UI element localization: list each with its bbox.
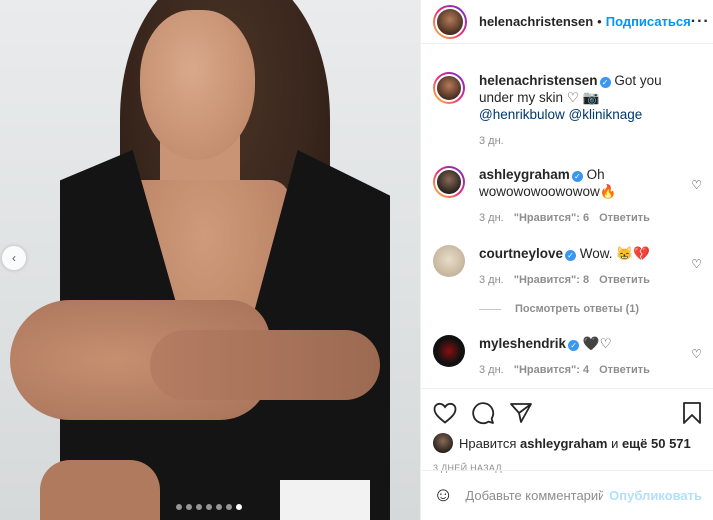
- header-dot: •: [597, 14, 602, 29]
- photo-face: [140, 10, 255, 160]
- liker-avatar: [433, 433, 453, 453]
- reply-button[interactable]: Ответить: [599, 362, 650, 379]
- comment-item: ashleygraham ✓ Oh wowowowoowowow🔥 3 дн. "…: [421, 166, 713, 227]
- comment-icon[interactable]: [471, 401, 495, 425]
- post-header: helenachristensen • Подписаться ···: [421, 0, 713, 44]
- chevron-left-icon: ‹: [12, 251, 16, 265]
- carousel-dot: [226, 504, 232, 510]
- share-icon[interactable]: [509, 402, 533, 424]
- comment-like-icon[interactable]: ♡: [691, 257, 702, 271]
- author-avatar[interactable]: [433, 72, 465, 104]
- verified-badge-icon: ✓: [571, 171, 583, 182]
- carousel-dot: [196, 504, 202, 510]
- caption-mention[interactable]: @kliniknage: [569, 107, 643, 122]
- caption-username[interactable]: helenachristensen: [479, 73, 598, 88]
- heart-icon[interactable]: [433, 402, 457, 424]
- carousel-prev-button[interactable]: ‹: [2, 246, 26, 270]
- caption: helenachristensen ✓ Got you under my skin…: [421, 72, 713, 150]
- emoji-icon[interactable]: ☺: [433, 484, 453, 507]
- post-photo[interactable]: ‹: [0, 0, 420, 520]
- comment-text: 🖤♡: [582, 336, 612, 351]
- comment-likes[interactable]: "Нравится": 8: [514, 272, 589, 289]
- view-replies-label: Посмотреть ответы (1): [515, 303, 640, 315]
- caption-time[interactable]: 3 дн.: [479, 133, 504, 150]
- carousel-dot-active: [236, 504, 242, 510]
- carousel-dot: [216, 504, 222, 510]
- liker-username[interactable]: ashleygraham: [520, 436, 607, 451]
- likes-prefix: Нравится: [459, 435, 517, 451]
- comment-item: courtneylove ✓ Wow. 😸💔 3 дн. "Нравится": …: [421, 245, 713, 289]
- comment-time[interactable]: 3 дн.: [479, 362, 504, 379]
- comment-like-icon[interactable]: ♡: [691, 347, 702, 361]
- comment-input[interactable]: [465, 488, 604, 503]
- likes-summary[interactable]: Нравится ashleygraham и ещё 50 571: [433, 433, 702, 453]
- reply-button[interactable]: Ответить: [599, 210, 650, 227]
- comment-likes[interactable]: "Нравится": 6: [514, 210, 589, 227]
- comment-time[interactable]: 3 дн.: [479, 272, 504, 289]
- comment-item: myleshendrik ✓ 🖤♡ 3 дн. "Нравится": 4 Отв…: [421, 335, 713, 379]
- likes-middle: и: [611, 435, 619, 451]
- photo-legs: [40, 460, 160, 520]
- verified-badge-icon: ✓: [568, 340, 580, 351]
- reply-button[interactable]: Ответить: [599, 272, 650, 289]
- comment-likes[interactable]: "Нравится": 4: [514, 362, 589, 379]
- author-username[interactable]: helenachristensen: [479, 14, 593, 29]
- publish-button[interactable]: Опубликовать: [609, 488, 702, 503]
- commenter-avatar[interactable]: [433, 166, 465, 198]
- view-replies-button[interactable]: Посмотреть ответы (1): [479, 303, 713, 315]
- likes-count[interactable]: ещё 50 571: [622, 436, 691, 451]
- bookmark-icon[interactable]: [682, 401, 702, 425]
- comment-username[interactable]: ashleygraham: [479, 167, 570, 182]
- author-avatar[interactable]: [433, 4, 467, 39]
- comment-like-icon[interactable]: ♡: [691, 178, 702, 192]
- photo-stool: [280, 480, 370, 520]
- more-horizontal-icon[interactable]: ···: [691, 13, 710, 31]
- verified-badge-icon: ✓: [599, 77, 611, 88]
- comment-time[interactable]: 3 дн.: [479, 210, 504, 227]
- comment-username[interactable]: courtneylove: [479, 246, 563, 261]
- commenter-avatar[interactable]: [433, 335, 465, 367]
- post-side-panel: helenachristensen • Подписаться ··· hele…: [420, 0, 713, 520]
- carousel-dot: [186, 504, 192, 510]
- comment-text: Wow. 😸💔: [579, 246, 650, 261]
- comments-list[interactable]: helenachristensen ✓ Got you under my skin…: [421, 58, 713, 388]
- add-comment-bar: ☺ Опубликовать: [421, 470, 713, 520]
- carousel-dot: [176, 504, 182, 510]
- commenter-avatar[interactable]: [433, 245, 465, 277]
- caption-mention[interactable]: @henrikbulow: [479, 107, 565, 122]
- comment-username[interactable]: myleshendrik: [479, 336, 566, 351]
- verified-badge-icon: ✓: [565, 250, 577, 261]
- carousel-dots: [176, 504, 242, 510]
- caption-emojis: ♡ 📷: [566, 90, 600, 105]
- divider: [479, 308, 501, 310]
- photo-forearm: [150, 330, 380, 400]
- post-actions: Нравится ashleygraham и ещё 50 571 3 ДНЕ…: [421, 388, 713, 473]
- carousel-dot: [206, 504, 212, 510]
- follow-button[interactable]: Подписаться: [606, 14, 691, 29]
